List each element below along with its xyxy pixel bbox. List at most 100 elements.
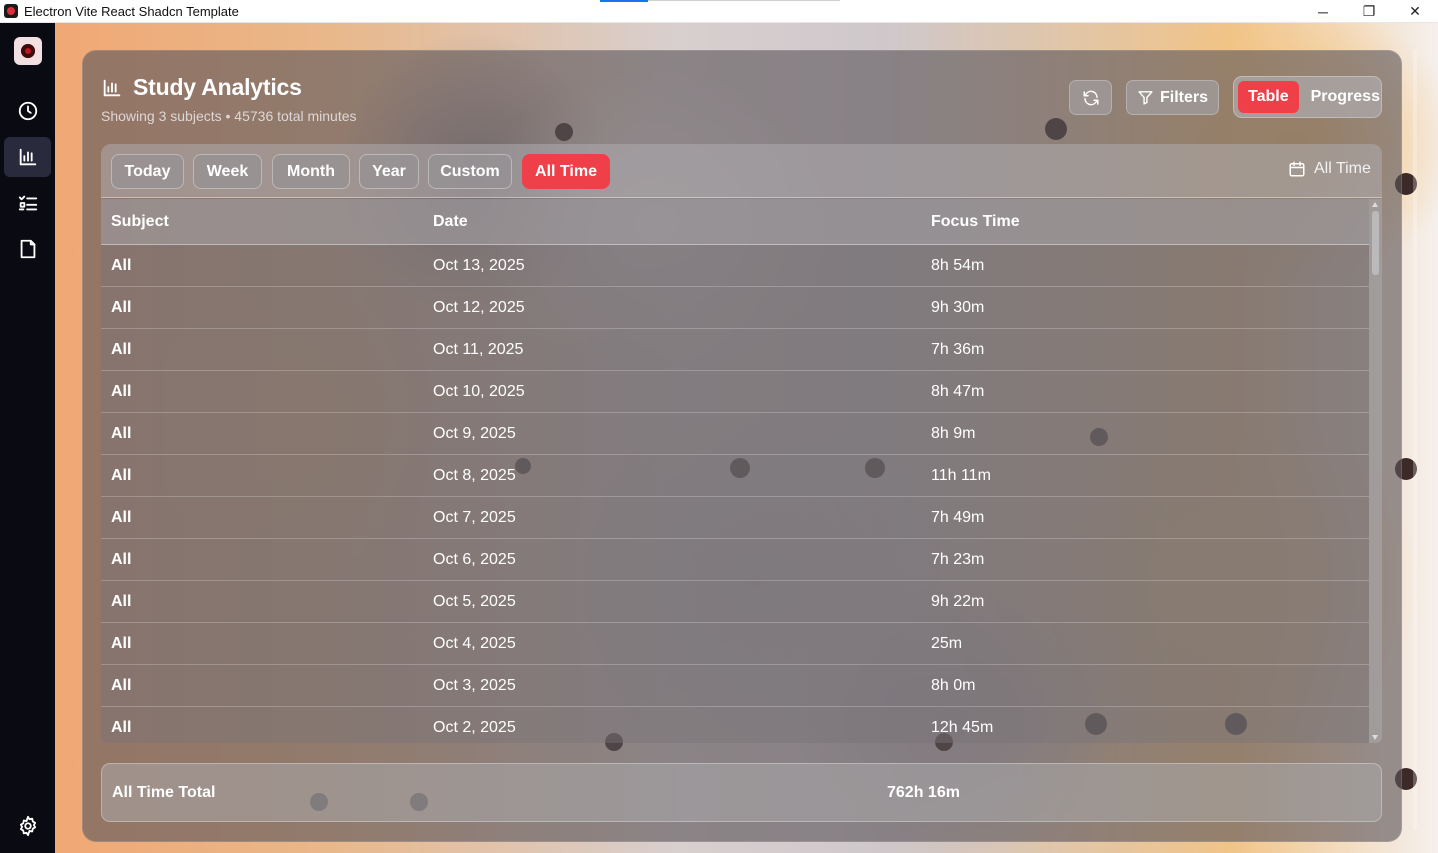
range-tab-all-time[interactable]: All Time	[522, 154, 610, 189]
app-icon	[4, 4, 18, 18]
cell-subject: All	[111, 551, 132, 568]
calendar-icon	[1289, 161, 1305, 177]
cell-date: Oct 8, 2025	[433, 467, 516, 484]
cell-focus-time: 12h 45m	[931, 719, 994, 736]
range-tab-year[interactable]: Year	[359, 154, 419, 189]
cell-subject: All	[111, 425, 132, 442]
sidebar-item-analytics[interactable]	[4, 137, 51, 177]
filters-button[interactable]: Filters	[1126, 80, 1219, 115]
scroll-up-arrow-icon[interactable]	[1372, 202, 1378, 207]
cell-subject: All	[111, 467, 132, 484]
cell-focus-time: 9h 30m	[931, 299, 985, 316]
table-header: Subject Date Focus Time	[101, 199, 1369, 245]
cell-focus-time: 25m	[931, 635, 963, 652]
sessions-table: Subject Date Focus Time All Oct 13, 2025 8…	[101, 199, 1382, 743]
table-row[interactable]: All Oct 4, 2025 25m	[101, 623, 1369, 665]
tab-progress[interactable]: Progress	[1301, 81, 1390, 113]
cell-date: Oct 9, 2025	[433, 425, 516, 442]
table-row[interactable]: All Oct 13, 2025 8h 54m	[101, 245, 1369, 287]
range-tab-month[interactable]: Month	[272, 154, 350, 189]
view-toggle: Table Progress	[1233, 76, 1382, 118]
cell-focus-time: 8h 0m	[931, 677, 976, 694]
cell-focus-time: 8h 9m	[931, 425, 976, 442]
filters-label: Filters	[1159, 88, 1208, 106]
bar-chart-icon	[19, 148, 36, 166]
cell-focus-time: 7h 49m	[931, 509, 985, 526]
date-range-label: All Time	[1314, 160, 1371, 177]
cell-focus-time: 11h 11m	[931, 467, 991, 484]
tab-table[interactable]: Table	[1238, 81, 1299, 113]
cell-subject: All	[111, 719, 132, 736]
page-header: Study Analytics	[101, 74, 302, 101]
cell-focus-time: 8h 54m	[931, 257, 985, 274]
cell-date: Oct 13, 2025	[433, 257, 525, 274]
refresh-button[interactable]	[1069, 80, 1112, 115]
window-titlebar: Electron Vite React Shadcn Template ─ ❐ …	[0, 0, 1438, 23]
cell-subject: All	[111, 593, 132, 610]
date-range-display[interactable]: All Time	[1288, 160, 1371, 178]
total-label: All Time Total	[112, 784, 216, 801]
refresh-icon	[1083, 90, 1098, 105]
sidebar-item-tasks[interactable]	[4, 183, 51, 223]
sidebar-item-timer[interactable]	[4, 91, 51, 131]
cell-focus-time: 9h 22m	[931, 593, 985, 610]
sidebar-item-notes[interactable]	[4, 229, 51, 269]
bar-chart-icon	[103, 79, 121, 96]
table-row[interactable]: All Oct 11, 2025 7h 36m	[101, 329, 1369, 371]
table-row[interactable]: All Oct 9, 2025 8h 9m	[101, 413, 1369, 455]
title-divider-line	[648, 0, 840, 1]
table-row[interactable]: All Oct 12, 2025 9h 30m	[101, 287, 1369, 329]
cell-date: Oct 3, 2025	[433, 677, 516, 694]
scroll-down-arrow-icon[interactable]	[1372, 735, 1378, 740]
window-title: Electron Vite React Shadcn Template	[24, 3, 239, 19]
cell-subject: All	[111, 383, 132, 400]
column-header-subject[interactable]: Subject	[111, 213, 169, 231]
cell-date: Oct 7, 2025	[433, 509, 516, 526]
page-scrollbar[interactable]	[1410, 40, 1420, 840]
gear-icon	[19, 815, 36, 837]
range-tab-today[interactable]: Today	[111, 154, 184, 189]
list-checks-icon	[18, 195, 37, 211]
range-tab-custom[interactable]: Custom	[428, 154, 512, 189]
table-row[interactable]: All Oct 5, 2025 9h 22m	[101, 581, 1369, 623]
window-controls: ─ ❐ ✕	[1300, 0, 1438, 23]
total-summary: All Time Total 762h 16m	[101, 763, 1382, 822]
cell-date: Oct 2, 2025	[433, 719, 516, 736]
cell-focus-time: 7h 36m	[931, 341, 985, 358]
cell-subject: All	[111, 257, 132, 274]
table-row[interactable]: All Oct 10, 2025 8h 47m	[101, 371, 1369, 413]
cell-date: Oct 10, 2025	[433, 383, 525, 400]
cell-subject: All	[111, 635, 132, 652]
table-row[interactable]: All Oct 6, 2025 7h 23m	[101, 539, 1369, 581]
file-icon	[20, 239, 35, 259]
page-subtitle: Showing 3 subjects • 45736 total minutes	[101, 108, 357, 124]
table-scrollbar[interactable]	[1369, 199, 1382, 743]
cell-date: Oct 6, 2025	[433, 551, 516, 568]
maximize-button[interactable]: ❐	[1346, 0, 1392, 23]
sidebar-item-settings[interactable]	[4, 806, 51, 846]
minimize-button[interactable]: ─	[1300, 0, 1346, 23]
table-row[interactable]: All Oct 7, 2025 7h 49m	[101, 497, 1369, 539]
column-header-date[interactable]: Date	[433, 213, 468, 231]
range-tab-week[interactable]: Week	[193, 154, 262, 189]
cell-subject: All	[111, 299, 132, 316]
scroll-thumb[interactable]	[1372, 211, 1379, 275]
cell-subject: All	[111, 677, 132, 694]
cell-focus-time: 7h 23m	[931, 551, 985, 568]
clock-icon	[18, 101, 37, 121]
total-value: 762h 16m	[887, 784, 960, 801]
cell-subject: All	[111, 509, 132, 526]
cell-date: Oct 11, 2025	[433, 341, 524, 358]
close-button[interactable]: ✕	[1392, 0, 1438, 23]
table-row[interactable]: All Oct 3, 2025 8h 0m	[101, 665, 1369, 707]
table-row[interactable]: All Oct 8, 2025 11h 11m	[101, 455, 1369, 497]
sidebar	[0, 23, 55, 853]
table-row[interactable]: All Oct 2, 2025 12h 45m	[101, 707, 1369, 743]
cell-subject: All	[111, 341, 132, 358]
filter-icon	[1138, 91, 1153, 105]
app-logo[interactable]	[14, 37, 42, 65]
title-accent-line	[600, 0, 648, 2]
column-header-focus-time[interactable]: Focus Time	[931, 213, 1020, 231]
cell-date: Oct 4, 2025	[433, 635, 516, 652]
page-title: Study Analytics	[133, 74, 302, 100]
